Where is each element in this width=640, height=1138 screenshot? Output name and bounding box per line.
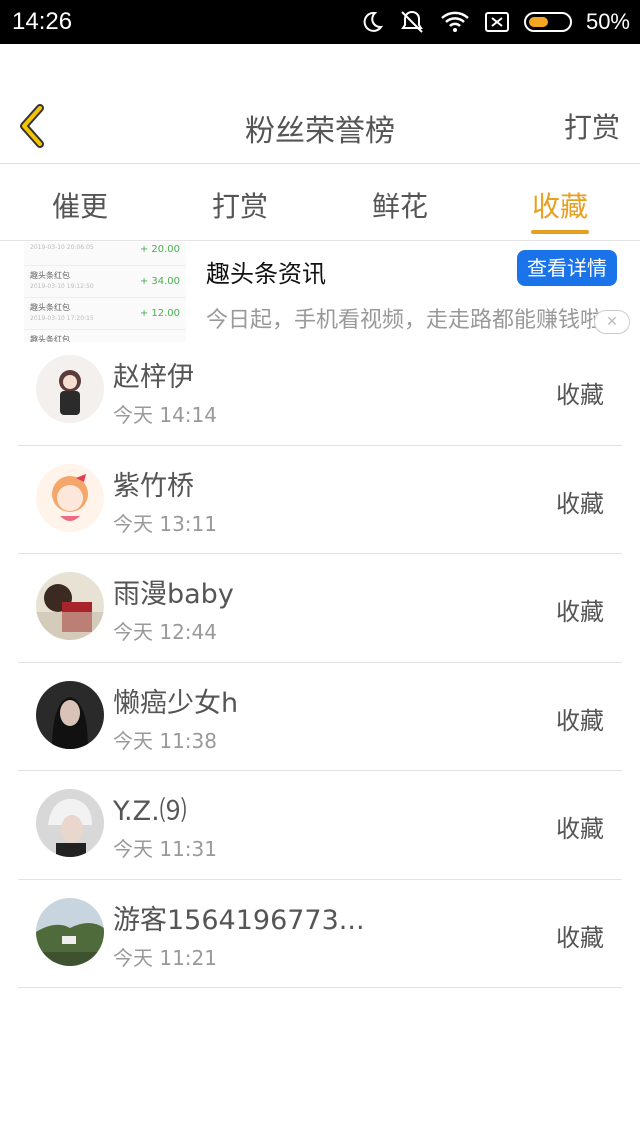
avatar <box>36 897 104 966</box>
fan-time: 今天 13:11 <box>113 511 217 536</box>
fan-time: 今天 11:31 <box>113 837 217 861</box>
avatar <box>36 572 104 640</box>
list-item[interactable]: 懒癌少女h 今天 11:38 收藏 <box>18 663 622 771</box>
fan-name: 紫竹桥 <box>113 470 194 502</box>
list-item[interactable]: 赵梓伊 今天 14:14 收藏 <box>18 337 622 446</box>
battery-icon <box>523 12 572 32</box>
fan-time: 今天 14:14 <box>113 403 217 427</box>
fan-name: 雨漫baby <box>113 579 234 610</box>
action-label: 收藏 <box>556 923 604 952</box>
tab-label: 催更 <box>51 190 108 223</box>
ad-description: 今日起，手机看视频，走走路都能赚钱啦 <box>206 308 603 333</box>
header: 粉丝荣誉榜 打赏 <box>0 44 640 164</box>
tab-urge[interactable]: 催更 <box>0 165 160 240</box>
status-time: 14:26 <box>12 8 73 35</box>
moon-icon <box>363 11 383 32</box>
status-bar: 14:26 50% <box>0 0 640 44</box>
tab-favorites[interactable]: 收藏 <box>480 165 640 240</box>
no-sim-icon <box>484 12 509 32</box>
ad-close-icon[interactable]: ✕ <box>594 310 630 334</box>
fan-name: 懒癌少女h <box>113 687 239 719</box>
page-title: 粉丝荣誉榜 <box>245 114 395 149</box>
tab-label: 打赏 <box>211 190 268 223</box>
battery-percent: 50% <box>585 9 630 34</box>
fan-time: 今天 11:38 <box>113 728 217 753</box>
ad-title: 趣头条资讯 <box>206 260 326 288</box>
ad-thumbnail: 2019-03-10 20:06:05 + 20.00 趣头条红包 2019-0… <box>24 242 186 342</box>
action-label: 收藏 <box>556 706 604 735</box>
ad-details-button[interactable]: 查看详情 <box>517 250 617 286</box>
ad-thumb-row: 2019-03-10 20:06:05 + 20.00 <box>24 244 186 266</box>
action-label: 收藏 <box>556 489 604 518</box>
ad-thumb-amount: + 12.00 <box>139 308 180 319</box>
tab-label: 鲜花 <box>371 190 428 223</box>
avatar <box>36 463 104 532</box>
avatar <box>36 680 104 749</box>
wifi-icon <box>441 11 469 32</box>
action-label: 收藏 <box>556 598 604 626</box>
fan-time: 今天 11:21 <box>113 945 217 970</box>
tab-flowers[interactable]: 鲜花 <box>320 165 480 240</box>
tab-label: 收藏 <box>531 190 588 223</box>
fan-time: 今天 12:44 <box>113 620 217 644</box>
avatar <box>36 355 104 423</box>
ad-thumb-row: 趣头条红包 2019-03-10 19:12:50 + 34.00 <box>24 266 186 298</box>
fan-name: 游客1564196773... <box>113 904 365 936</box>
fan-name: Y.Z.⑼ <box>113 796 187 827</box>
avatar <box>36 789 104 857</box>
fan-list: 赵梓伊 今天 14:14 收藏 紫竹桥 今天 13:11 收藏 雨漫baby 今… <box>0 337 640 988</box>
tab-reward[interactable]: 打赏 <box>160 165 320 240</box>
ad-thumb-amount: + 34.00 <box>139 276 180 287</box>
list-item[interactable]: 雨漫baby 今天 12:44 收藏 <box>18 554 622 663</box>
action-label: 收藏 <box>556 815 604 843</box>
list-item[interactable]: Y.Z.⑼ 今天 11:31 收藏 <box>18 771 622 880</box>
list-item[interactable]: 紫竹桥 今天 13:11 收藏 <box>18 446 622 554</box>
ad-banner[interactable]: 2019-03-10 20:06:05 + 20.00 趣头条红包 2019-0… <box>0 242 640 346</box>
status-icons: 50% <box>360 6 630 38</box>
tab-bar: 催更 打赏 鲜花 收藏 <box>0 165 640 241</box>
muted-bell-icon <box>401 10 423 33</box>
fan-name: 赵梓伊 <box>113 362 194 393</box>
action-label: 收藏 <box>556 381 604 409</box>
ad-thumb-row: 趣头条红包 2019-03-10 17:20:15 + 12.00 <box>24 298 186 330</box>
list-item[interactable]: 游客1564196773... 今天 11:21 收藏 <box>18 880 622 988</box>
tab-active-indicator <box>531 230 589 234</box>
reward-link[interactable]: 打赏 <box>564 106 620 146</box>
ad-thumb-amount: + 20.00 <box>139 244 180 255</box>
